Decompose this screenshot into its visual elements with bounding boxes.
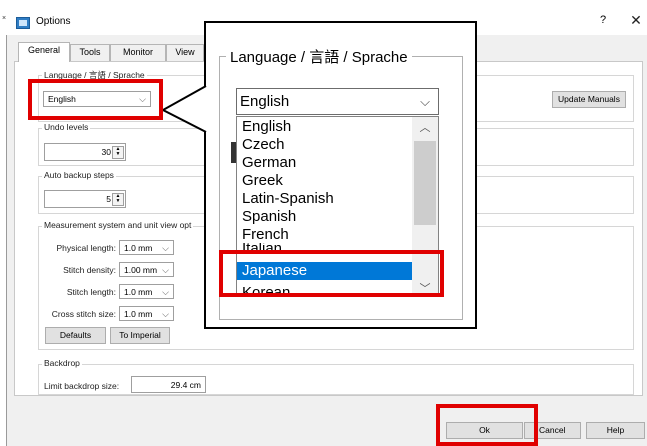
- tab-monitor[interactable]: Monitor: [110, 44, 166, 61]
- undo-levels-value: 30: [101, 147, 111, 157]
- physical-length-label: Physical length:: [56, 243, 116, 253]
- scrollbar-thumb[interactable]: [414, 141, 436, 225]
- cross-stitch-size-label: Cross stitch size:: [51, 309, 116, 319]
- chevron-up-icon[interactable]: ︿: [412, 119, 438, 135]
- stitch-density-select[interactable]: 1.00 mm ⌵: [119, 262, 174, 277]
- update-manuals-button[interactable]: Update Manuals: [552, 91, 626, 108]
- tab-general[interactable]: General: [18, 42, 70, 62]
- list-item[interactable]: German: [237, 154, 416, 172]
- stitch-density-label: Stitch density:: [63, 265, 116, 275]
- limit-backdrop-label: Limit backdrop size:: [44, 381, 120, 391]
- stitch-length-value: 1.0 mm: [124, 287, 153, 297]
- stitch-density-value: 1.00 mm: [124, 265, 158, 275]
- cross-stitch-size-value: 1.0 mm: [124, 309, 153, 319]
- list-item[interactable]: French: [237, 226, 416, 244]
- list-item[interactable]: Greek: [237, 172, 416, 190]
- help-title-button[interactable]: ?: [595, 14, 611, 26]
- chevron-down-icon: ⌵: [420, 94, 430, 109]
- defaults-button[interactable]: Defaults: [45, 327, 106, 344]
- cross-stitch-size-select[interactable]: 1.0 mm ⌵: [119, 306, 174, 321]
- list-item[interactable]: Czech: [237, 136, 416, 154]
- window-title: Options: [36, 16, 71, 27]
- physical-length-value: 1.0 mm: [124, 243, 153, 253]
- help-button[interactable]: Help: [586, 422, 645, 439]
- to-imperial-button[interactable]: To Imperial: [110, 327, 170, 344]
- app-icon: [16, 17, 30, 29]
- chevron-down-icon: ⌵: [162, 287, 169, 297]
- callout-selected-value: English: [240, 93, 290, 110]
- undo-levels-stepper[interactable]: 30 ▲ ▼: [44, 143, 126, 161]
- list-item[interactable]: Latin-Spanish: [237, 190, 416, 208]
- tab-tools[interactable]: Tools: [70, 44, 110, 61]
- callout-language-legend: Language / 言語 / Sprache: [226, 46, 412, 67]
- undo-legend: Undo levels: [42, 122, 91, 132]
- background-window-close-mark: ×: [2, 15, 7, 22]
- chevron-down-icon: ⌵: [162, 265, 169, 275]
- tab-view[interactable]: View: [166, 44, 204, 61]
- stitch-length-label: Stitch length:: [66, 287, 116, 297]
- limit-backdrop-input[interactable]: 29.4 cm: [131, 376, 206, 393]
- backdrop-legend: Backdrop: [42, 358, 82, 368]
- autobackup-stepper[interactable]: 5 ▲ ▼: [44, 190, 126, 208]
- chevron-down-icon: ⌵: [162, 243, 169, 253]
- ok-highlight-box: [436, 404, 538, 446]
- list-item[interactable]: Spanish: [237, 208, 416, 226]
- callout-language-select[interactable]: English ⌵: [236, 88, 439, 115]
- callout-pointer: [161, 86, 207, 133]
- stitch-length-select[interactable]: 1.0 mm ⌵: [119, 284, 174, 299]
- close-button[interactable]: ✕: [628, 12, 644, 29]
- language-highlight-box: [28, 79, 163, 120]
- autobackup-value: 5: [106, 194, 111, 204]
- list-item[interactable]: English: [237, 118, 416, 136]
- stepper-arrows-icon[interactable]: ▲ ▼: [112, 193, 124, 206]
- chevron-down-icon: ⌵: [162, 309, 169, 319]
- backdrop-group: [38, 364, 634, 395]
- autobackup-legend: Auto backup steps: [42, 170, 116, 180]
- japanese-highlight-box: [219, 250, 444, 297]
- stepper-arrows-icon[interactable]: ▲ ▼: [112, 146, 124, 159]
- physical-length-select[interactable]: 1.0 mm ⌵: [119, 240, 174, 255]
- measurement-legend: Measurement system and unit view opt: [42, 220, 194, 230]
